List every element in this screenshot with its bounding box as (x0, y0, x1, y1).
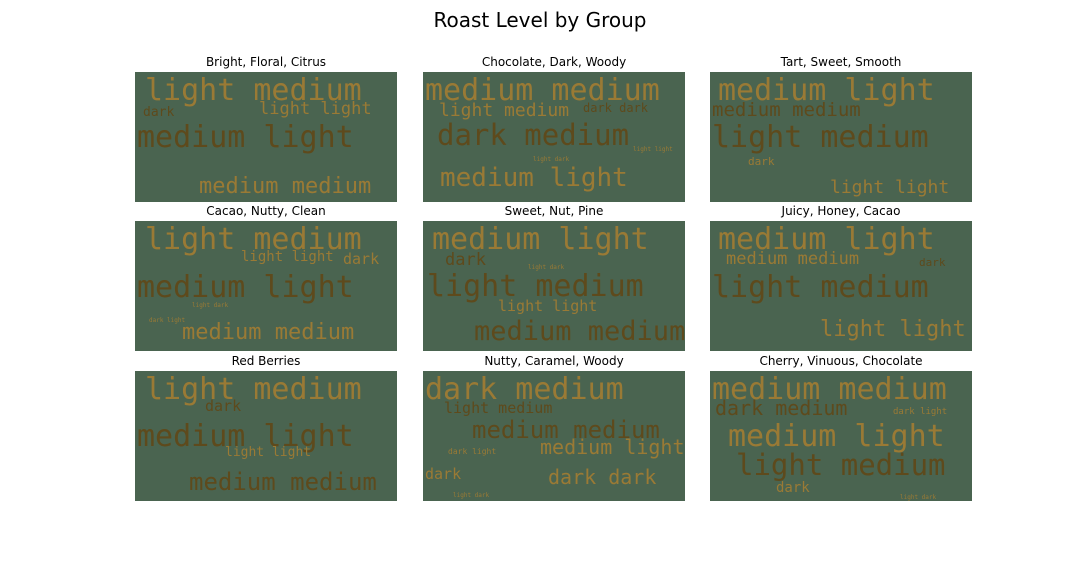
chart-title: Roast Level by Group (433, 8, 647, 32)
wordcloud-svg: medium mediummedium lightlight mediumdar… (712, 372, 947, 501)
wordcloud-word: light light (241, 249, 334, 265)
panel-title: Juicy, Honey, Cacao (781, 204, 901, 218)
wordcloud-word: dark (205, 397, 241, 415)
wordcloud-svg: medium lightlight mediumlight lightmediu… (712, 222, 966, 342)
wordcloud-svg: medium lightlight mediummedium mediumlig… (712, 73, 949, 198)
wordcloud-word: light dark (528, 264, 565, 271)
panel-title: Cacao, Nutty, Clean (206, 204, 326, 218)
wordcloud-word: light light (498, 297, 597, 315)
wordcloud-canvas: medium medium medium light light medium dar… (710, 371, 972, 501)
panel-title: Red Berries (231, 354, 301, 368)
wordcloud-word: medium medium (726, 249, 859, 269)
wordcloud-word: light dark (533, 156, 570, 163)
wordcloud-svg: medium mediumdark mediummedium lightligh… (425, 73, 673, 193)
wordcloud-word: medium light (540, 435, 685, 459)
wordcloud-word: medium light (137, 120, 354, 155)
panel-title: Cherry, Vinuous, Chocolate (759, 354, 923, 368)
panel-title: Sweet, Nut, Pine (504, 204, 604, 218)
wordcloud-word: medium medium (712, 99, 861, 121)
wordcloud-svg: light mediummedium lightmedium mediumlig… (137, 372, 377, 496)
wordcloud-word: dark (748, 155, 775, 168)
wordcloud-word: medium medium (474, 316, 685, 347)
panel-title: Bright, Floral, Citrus (205, 55, 327, 69)
wordcloud-word: light dark (453, 492, 490, 499)
wordcloud-canvas: light medium medium light medium medium lig… (135, 221, 397, 351)
wordcloud-word: dark (143, 105, 174, 120)
wordcloud-word: dark (776, 480, 810, 496)
wordcloud-word: light light (820, 317, 966, 342)
wordcloud-word: dark (919, 256, 946, 269)
wordcloud-word: dark medium (437, 118, 629, 152)
wordcloud-word: medium medium (199, 174, 371, 199)
wordcloud-word: medium light (440, 163, 628, 193)
wordcloud-word: dark light (448, 447, 496, 456)
wordcloud-word: medium light (137, 270, 354, 305)
wordcloud-word: dark medium (715, 396, 847, 420)
wordcloud-canvas: light medium medium light medium medium lig… (135, 72, 397, 202)
wordcloud-svg: medium lightlight mediummedium mediumlig… (427, 222, 685, 347)
wordcloud-word: dark (425, 465, 461, 483)
wordcloud-word: light medium (712, 120, 929, 155)
wordcloud-word: light light (633, 146, 673, 153)
wordcloud-word: light light (225, 445, 311, 460)
wordcloud-word: light medium (712, 270, 929, 305)
wordcloud-word: medium medium (189, 468, 377, 496)
wordcloud-canvas: medium light light medium light light mediu… (710, 221, 972, 351)
wordcloud-word: light light (259, 99, 372, 119)
wordcloud-word: medium medium (182, 320, 354, 345)
wordcloud-svg: dark mediummedium mediummedium lightdark… (425, 372, 685, 499)
wordcloud-svg: light mediummedium lightmedium mediumlig… (137, 73, 372, 199)
panel-title: Tart, Sweet, Smooth (780, 55, 902, 69)
wordcloud-canvas: medium medium dark medium medium light ligh… (423, 72, 685, 202)
wordcloud-word: dark light (893, 407, 947, 417)
wordcloud-word: light dark (900, 494, 937, 501)
wordcloud-word: light light (830, 177, 949, 198)
wordcloud-word: light medium (736, 448, 946, 482)
wordcloud-word: light medium (145, 372, 362, 407)
wordcloud-word: dark dark (548, 465, 656, 489)
wordcloud-word: light dark (192, 302, 229, 309)
panel-title: Chocolate, Dark, Woody (481, 55, 627, 69)
panel-title: Nutty, Caramel, Woody (484, 354, 624, 368)
wordcloud-word: light medium (439, 100, 569, 121)
wordcloud-word: dark dark (583, 101, 649, 115)
wordcloud-word: dark (445, 250, 486, 270)
wordcloud-canvas: medium light light medium medium medium lig… (423, 221, 685, 351)
wordcloud-canvas: dark medium medium medium medium light dark… (423, 371, 685, 501)
wordcloud-word: dark (343, 250, 379, 268)
wordcloud-word: light medium (444, 399, 552, 417)
wordcloud-word: dark light (149, 317, 186, 324)
wordcloud-canvas: medium light light medium medium medium lig… (710, 72, 972, 202)
wordcloud-canvas: light medium medium light medium medium lig… (135, 371, 397, 501)
wordcloud-svg: light mediummedium lightmedium mediumlig… (137, 222, 379, 345)
